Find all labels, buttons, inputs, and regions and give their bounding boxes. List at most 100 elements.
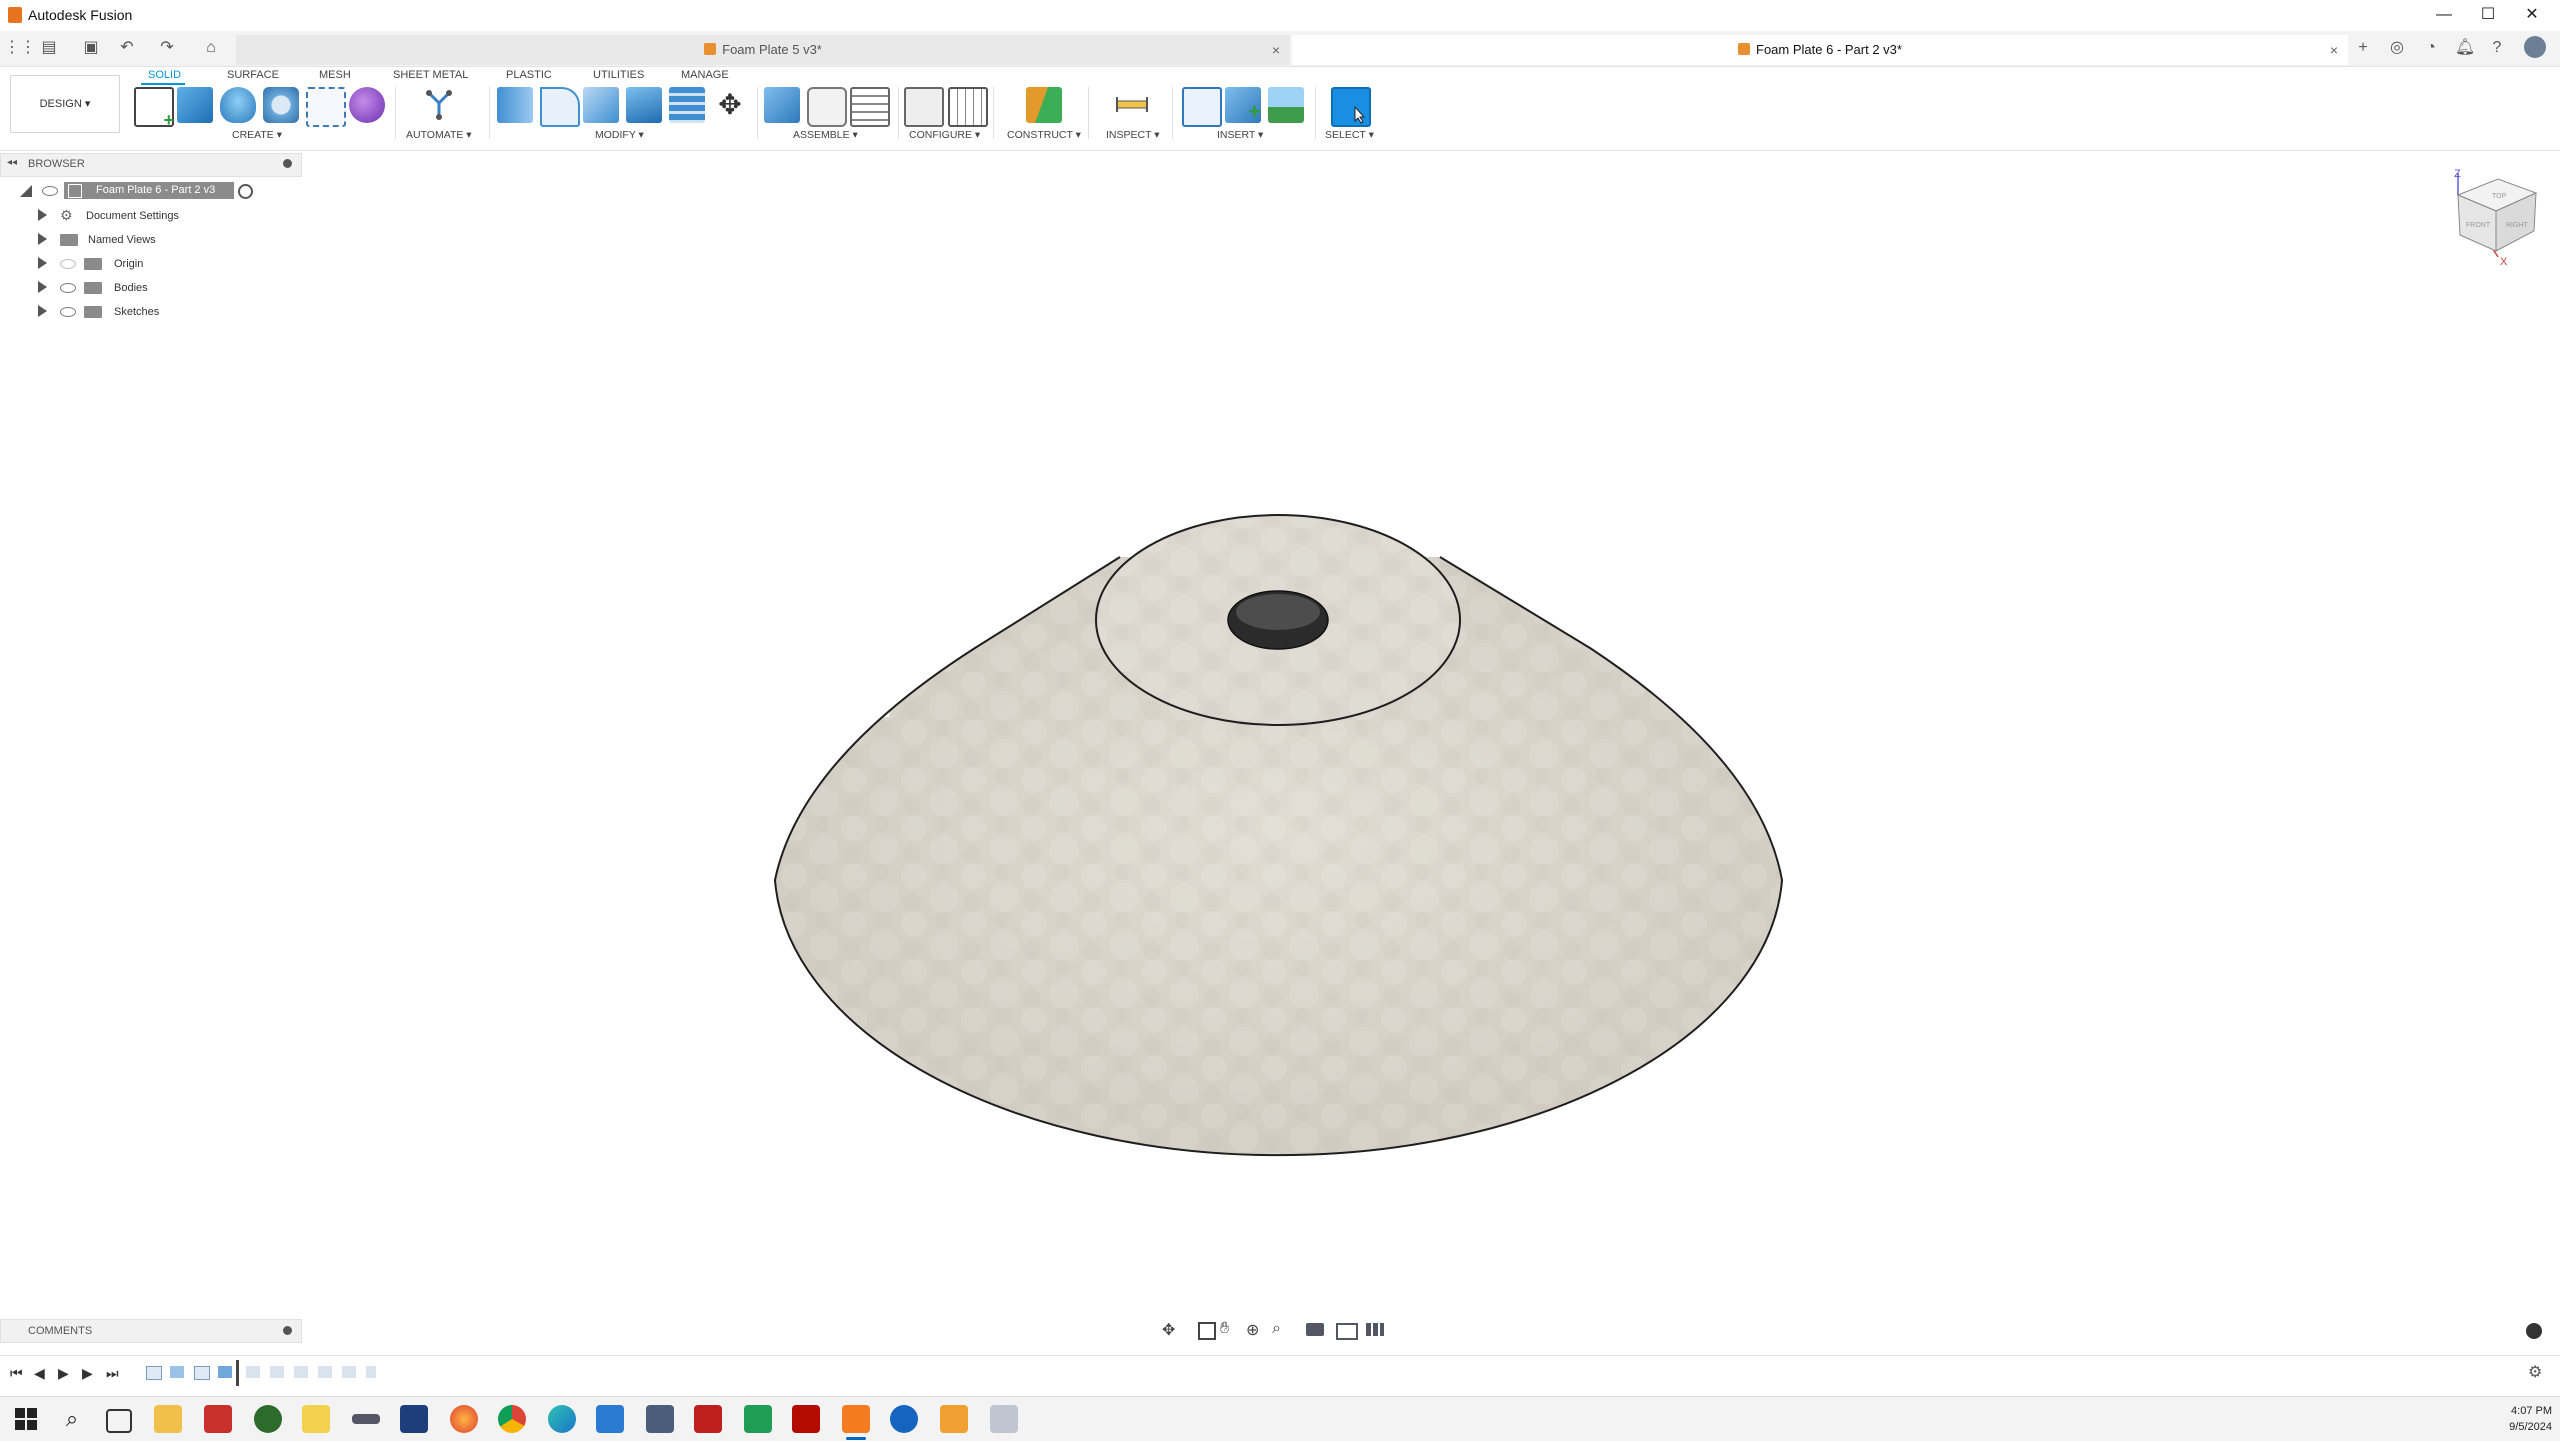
timeline-feature-revolve[interactable]	[170, 1366, 184, 1378]
redo-icon[interactable]: ↷	[156, 37, 178, 59]
task-view-icon[interactable]	[106, 1409, 132, 1433]
tab-plastic[interactable]: PLASTIC	[506, 69, 552, 81]
grid-icon[interactable]: ⋮⋮	[4, 37, 36, 59]
insert-menu[interactable]: INSERT ▾	[1217, 129, 1263, 141]
visibility-eye-icon[interactable]	[60, 259, 76, 269]
timeline-feature-sketch[interactable]	[194, 1366, 210, 1380]
modify-menu[interactable]: MODIFY ▾	[595, 129, 644, 141]
close-button[interactable]: ✕	[2512, 4, 2552, 26]
settings-icon[interactable]: ⚙	[2528, 1362, 2542, 1382]
collapse-browser-icon[interactable]: ◂◂	[7, 157, 17, 168]
comments-panel[interactable]: COMMENTS	[0, 1319, 302, 1343]
visibility-eye-icon[interactable]	[60, 307, 76, 317]
insert-derive-icon[interactable]	[1182, 87, 1222, 127]
canvas-viewport[interactable]	[0, 151, 2560, 1316]
construct-menu[interactable]: CONSTRUCT ▾	[1007, 129, 1081, 141]
tab-close-button[interactable]: ×	[2330, 35, 2338, 65]
chrome-icon[interactable]	[498, 1405, 526, 1433]
zoom-icon[interactable]: ⊕	[1246, 1320, 1259, 1340]
timeline-suppressed-features[interactable]	[246, 1366, 376, 1378]
model-view[interactable]	[0, 151, 2560, 1316]
minimize-button[interactable]: —	[2424, 4, 2464, 26]
tab-manage[interactable]: MANAGE	[681, 69, 729, 81]
go-to-start-icon[interactable]: ⏮	[10, 1365, 23, 1382]
edge-icon[interactable]	[548, 1405, 576, 1433]
extrude-icon[interactable]	[177, 87, 213, 123]
tab-utilities[interactable]: UTILITIES	[593, 69, 644, 81]
visibility-eye-icon[interactable]	[60, 283, 76, 293]
filezilla-icon[interactable]	[694, 1405, 722, 1433]
fusion-taskbar-icon[interactable]	[842, 1405, 870, 1433]
app-es-icon[interactable]	[204, 1405, 232, 1433]
browser-item-document-settings[interactable]: ⚙ Document Settings	[0, 205, 300, 227]
configure-icon[interactable]	[904, 87, 944, 127]
undo-icon[interactable]: ↶	[116, 37, 138, 59]
app-c-icon[interactable]	[890, 1405, 918, 1433]
browser-item-origin[interactable]: Origin	[0, 253, 300, 275]
viewcube-top-label[interactable]: TOP	[2492, 193, 2507, 200]
browser-item-bodies[interactable]: Bodies	[0, 277, 300, 299]
avatar[interactable]	[2524, 36, 2546, 58]
hole-icon[interactable]	[263, 87, 299, 123]
revolve-icon[interactable]	[220, 87, 256, 123]
file-explorer-icon[interactable]	[154, 1405, 182, 1433]
go-to-end-icon[interactable]: ⏭	[106, 1365, 119, 1382]
fillet-icon[interactable]	[540, 87, 580, 127]
play-icon[interactable]: ▶	[58, 1365, 69, 1382]
browser-panel-header[interactable]: ◂◂ BROWSER	[0, 153, 302, 177]
sheets-icon[interactable]	[744, 1405, 772, 1433]
tab-sheet-metal[interactable]: SHEET METAL	[393, 69, 468, 81]
chat-icon[interactable]	[2526, 1323, 2542, 1339]
viewcube-front-label[interactable]: FRONT	[2466, 222, 2491, 229]
measure-icon[interactable]	[1114, 87, 1150, 123]
new-component-icon[interactable]	[764, 87, 800, 123]
maximize-button[interactable]: ☐	[2468, 4, 2508, 26]
vscode-icon[interactable]	[596, 1405, 624, 1433]
save-icon[interactable]: ▣	[80, 37, 102, 59]
calculator-icon[interactable]	[940, 1405, 968, 1433]
acrobat-icon[interactable]	[792, 1405, 820, 1433]
browser-root-row[interactable]: Foam Plate 6 - Part 2 v3	[0, 180, 300, 202]
visibility-eye-icon[interactable]	[42, 186, 58, 196]
pan-icon[interactable]: ✋︎	[1220, 1320, 1229, 1338]
app-tool-icon[interactable]	[352, 1414, 380, 1424]
app-network-icon[interactable]	[646, 1405, 674, 1433]
expand-triangle-icon[interactable]	[38, 209, 47, 221]
select-menu[interactable]: SELECT ▾	[1325, 129, 1374, 141]
expand-triangle-icon[interactable]	[38, 305, 47, 317]
canvas-image-icon[interactable]	[1268, 87, 1304, 123]
bill-of-materials-icon[interactable]	[850, 87, 890, 127]
viewports-icon[interactable]	[1366, 1323, 1384, 1336]
automate-icon[interactable]	[421, 87, 457, 123]
split-body-icon[interactable]	[669, 87, 705, 123]
browser-item-named-views[interactable]: Named Views	[0, 229, 300, 251]
step-back-icon[interactable]: ◀	[34, 1365, 45, 1382]
configuration-table-icon[interactable]	[948, 87, 988, 127]
app-cube-icon[interactable]	[400, 1405, 428, 1433]
create-sketch-icon[interactable]: +	[134, 87, 174, 129]
create-menu[interactable]: CREATE ▾	[232, 129, 282, 141]
display-settings-icon[interactable]	[1306, 1323, 1324, 1336]
assemble-menu[interactable]: ASSEMBLE ▾	[793, 129, 858, 141]
file-menu-icon[interactable]: ▤	[38, 37, 60, 59]
press-pull-icon[interactable]	[497, 87, 533, 123]
windows-start-icon[interactable]	[12, 1405, 40, 1433]
configure-menu[interactable]: CONFIGURE ▾	[909, 129, 980, 141]
tab-mesh[interactable]: MESH	[319, 69, 351, 81]
job-status-icon[interactable]: ◔	[2420, 37, 2442, 59]
tab-solid[interactable]: SOLID	[148, 69, 181, 81]
step-forward-icon[interactable]: ▶	[82, 1365, 93, 1382]
select-icon[interactable]	[1331, 87, 1371, 127]
fit-icon[interactable]: ⌕	[1272, 1320, 1281, 1338]
inspect-menu[interactable]: INSPECT ▾	[1106, 129, 1160, 141]
automate-menu[interactable]: AUTOMATE ▾	[406, 129, 472, 141]
view-cube[interactable]: TOP FRONT RIGHT Z X	[2440, 165, 2550, 270]
combine-icon[interactable]	[626, 87, 662, 123]
browser-item-sketches[interactable]: Sketches	[0, 301, 300, 323]
search-icon[interactable]: ⌕	[58, 1405, 86, 1433]
help-icon[interactable]: ?	[2486, 37, 2508, 59]
extensions-icon[interactable]: ◎	[2386, 37, 2408, 59]
tab-foam-plate-5[interactable]: Foam Plate 5 v3* ×	[236, 35, 1290, 65]
system-clock[interactable]: 4:07 PM 9/5/2024	[2509, 1403, 2552, 1435]
activate-radio-icon[interactable]	[238, 184, 253, 199]
